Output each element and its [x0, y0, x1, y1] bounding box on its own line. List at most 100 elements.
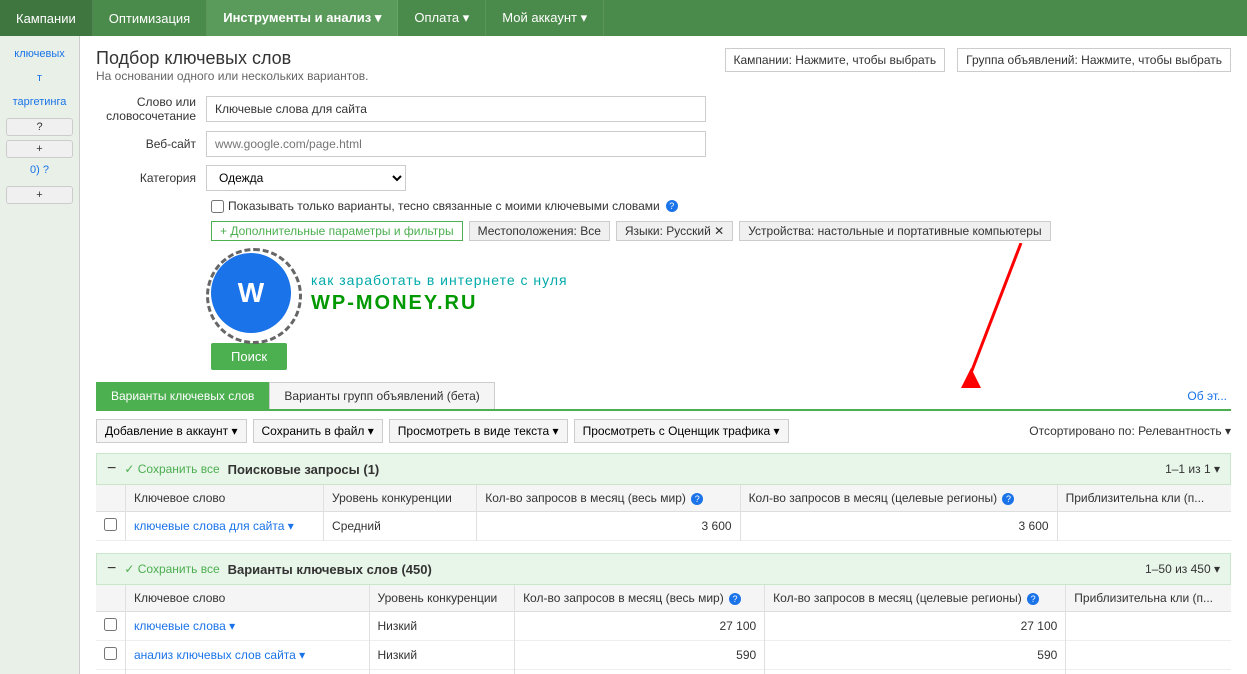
campaign-selector[interactable]: Кампании: Нажмите, чтобы выбрать — [725, 48, 946, 72]
kv-pagination[interactable]: 1–50 из 450 ▾ — [1145, 562, 1220, 576]
ad-group-selector[interactable]: Группа объявлений: Нажмите, чтобы выбрат… — [957, 48, 1231, 72]
th-keyword: Ключевое слово — [126, 485, 324, 512]
kv-row-target: 1 600 — [765, 670, 1066, 674]
category-select[interactable]: Одежда — [206, 165, 406, 191]
tabs-right-link[interactable]: Об эт... — [1187, 389, 1231, 403]
nav-account[interactable]: Мой аккаунт ▾ — [486, 0, 604, 36]
th-world-requests: Кол-во запросов в месяц (весь мир) ? — [477, 485, 740, 512]
logo-letter: W — [238, 277, 264, 309]
page-subtitle: На основании одного или нескольких вариа… — [96, 69, 368, 83]
category-label: Категория — [96, 171, 206, 185]
page-title-area: Подбор ключевых слов На основании одного… — [96, 48, 368, 83]
kv-th-target: Кол-во запросов в месяц (целевые регионы… — [765, 585, 1066, 612]
kv-row-keyword-cell: анализ ключевых слов сайта ▾ — [126, 641, 370, 670]
checkbox-row: Показывать только варианты, тесно связан… — [211, 199, 1231, 213]
kv-row-est — [1066, 641, 1231, 670]
kv-keyword-link[interactable]: ключевые слова ▾ — [134, 619, 235, 633]
search-queries-section: − ✓ Сохранить все Поисковые запросы (1) … — [96, 453, 1231, 541]
page-title: Подбор ключевых слов — [96, 48, 368, 69]
site-label: Веб-сайт — [96, 137, 206, 151]
nav-campaigns[interactable]: Кампании — [0, 0, 93, 36]
kv-row-world: 1 600 — [515, 670, 765, 674]
kv-keyword-link[interactable]: анализ ключевых слов сайта ▾ — [134, 648, 305, 662]
row-target-cell: 3 600 — [740, 512, 1057, 541]
sort-control[interactable]: Отсортировано по: Релевантность ▾ — [1029, 424, 1231, 438]
kv-row-target: 27 100 — [765, 612, 1066, 641]
filter-location[interactable]: Местоположения: Все — [469, 221, 610, 241]
keyword-link[interactable]: ключевые слова для сайта ▾ — [134, 519, 294, 533]
th-target-requests: Кол-во запросов в месяц (целевые регионы… — [740, 485, 1057, 512]
word-label: Слово или словосочетание — [96, 95, 206, 123]
add-to-account-btn[interactable]: Добавление в аккаунт ▾ — [96, 419, 247, 443]
kv-target-help[interactable]: ? — [1027, 593, 1039, 605]
row-est-cell — [1057, 512, 1231, 541]
search-queries-title: Поисковые запросы (1) — [228, 462, 380, 477]
row-checkbox-cell — [96, 512, 126, 541]
search-queries-header-row: Ключевое слово Уровень конкуренции Кол-в… — [96, 485, 1231, 512]
kv-row-checkbox[interactable] — [104, 647, 117, 660]
tab-keywords[interactable]: Варианты ключевых слов — [96, 382, 269, 409]
collapse-icon[interactable]: − — [107, 460, 116, 478]
kv-header-left: − ✓ Сохранить все Варианты ключевых слов… — [107, 560, 432, 578]
related-checkbox[interactable] — [211, 200, 224, 213]
keyword-variants-header: − ✓ Сохранить все Варианты ключевых слов… — [96, 553, 1231, 585]
nav-tools[interactable]: Инструменты и анализ ▾ — [207, 0, 398, 36]
site-input[interactable] — [206, 131, 706, 157]
search-btn-row: Поиск — [211, 343, 1231, 370]
search-queries-header: − ✓ Сохранить все Поисковые запросы (1) … — [96, 453, 1231, 485]
world-requests-help[interactable]: ? — [691, 493, 703, 505]
row-checkbox[interactable] — [104, 518, 117, 531]
filter-expand-btn[interactable]: + Дополнительные параметры и фильтры — [211, 221, 463, 241]
nav-payment[interactable]: Оплата ▾ — [398, 0, 486, 36]
kv-world-help[interactable]: ? — [729, 593, 741, 605]
sidebar-add-btn[interactable]: + — [6, 140, 73, 158]
word-input[interactable] — [206, 96, 706, 122]
sidebar-help-btn[interactable]: ? — [6, 118, 73, 136]
search-queries-table: Ключевое слово Уровень конкуренции Кол-в… — [96, 485, 1231, 541]
th-competition: Уровень конкуренции — [324, 485, 477, 512]
toolbar: Добавление в аккаунт ▾ Сохранить в файл … — [96, 419, 1231, 443]
sidebar-item-keywords[interactable]: ключевых — [0, 44, 79, 64]
row-keyword-cell: ключевые слова для сайта ▾ — [126, 512, 324, 541]
kv-collapse-icon[interactable]: − — [107, 560, 116, 578]
view-text-btn[interactable]: Просмотреть в виде текста ▾ — [389, 419, 568, 443]
nav-optimization[interactable]: Оптимизация — [93, 0, 208, 36]
checkbox-help-icon[interactable]: ? — [666, 200, 678, 212]
kv-th-world: Кол-во запросов в месяц (весь мир) ? — [515, 585, 765, 612]
sidebar-add-btn2[interactable]: + — [6, 186, 73, 204]
kv-save-all[interactable]: ✓ Сохранить все — [124, 562, 219, 576]
tabs-row: Варианты ключевых слов Варианты групп об… — [96, 382, 1231, 411]
kv-row-checkbox[interactable] — [104, 618, 117, 631]
table-row: ключевые слова для сайта ▾ Средний 3 600… — [96, 512, 1231, 541]
target-requests-help[interactable]: ? — [1002, 493, 1014, 505]
watermark-text: как заработать в интернете с нуля WP-MON… — [311, 272, 568, 315]
search-queries-pagination[interactable]: 1–1 из 1 ▾ — [1165, 462, 1220, 476]
sidebar: ключевых т таргетинга ? + 0) ? + — [0, 36, 80, 674]
keyword-form: Слово или словосочетание Веб-сайт Катего… — [96, 95, 1231, 370]
filter-devices: Устройства: настольные и портативные ком… — [739, 221, 1050, 241]
view-traffic-btn[interactable]: Просмотреть с Оценщик трафика ▾ — [574, 419, 789, 443]
sidebar-item-t[interactable]: т — [0, 68, 79, 88]
site-row: Веб-сайт — [96, 131, 1231, 157]
watermark-area: W как заработать в интернете с нуля WP-M… — [211, 253, 1231, 333]
kv-table-row: ключевые слова ▾ Низкий 27 100 27 100 — [96, 612, 1231, 641]
kv-table-row: система продвижения сайта ▾ Средний 1 60… — [96, 670, 1231, 674]
kv-row-checkbox-cell — [96, 670, 126, 674]
sidebar-count: 0) ? — [0, 160, 79, 180]
tab-ad-groups[interactable]: Варианты групп объявлений (бета) — [269, 382, 494, 409]
sidebar-item-targeting[interactable]: таргетинга — [0, 92, 79, 112]
checkbox-label: Показывать только варианты, тесно связан… — [228, 199, 660, 213]
filter-language[interactable]: Языки: Русский ✕ — [616, 221, 733, 241]
page-header: Подбор ключевых слов На основании одного… — [96, 48, 1231, 83]
top-nav: Кампании Оптимизация Инструменты и анали… — [0, 0, 1247, 36]
kv-row-est — [1066, 612, 1231, 641]
main-content: Подбор ключевых слов На основании одного… — [80, 36, 1247, 674]
save-all-search[interactable]: ✓ Сохранить все — [124, 462, 219, 476]
th-checkbox — [96, 485, 126, 512]
filter-row: + Дополнительные параметры и фильтры Мес… — [211, 221, 1231, 241]
save-to-file-btn[interactable]: Сохранить в файл ▾ — [253, 419, 383, 443]
kv-row-competition: Низкий — [369, 641, 515, 670]
kv-row-checkbox-cell — [96, 612, 126, 641]
logo-circle: W — [211, 253, 291, 333]
search-btn[interactable]: Поиск — [211, 343, 287, 370]
